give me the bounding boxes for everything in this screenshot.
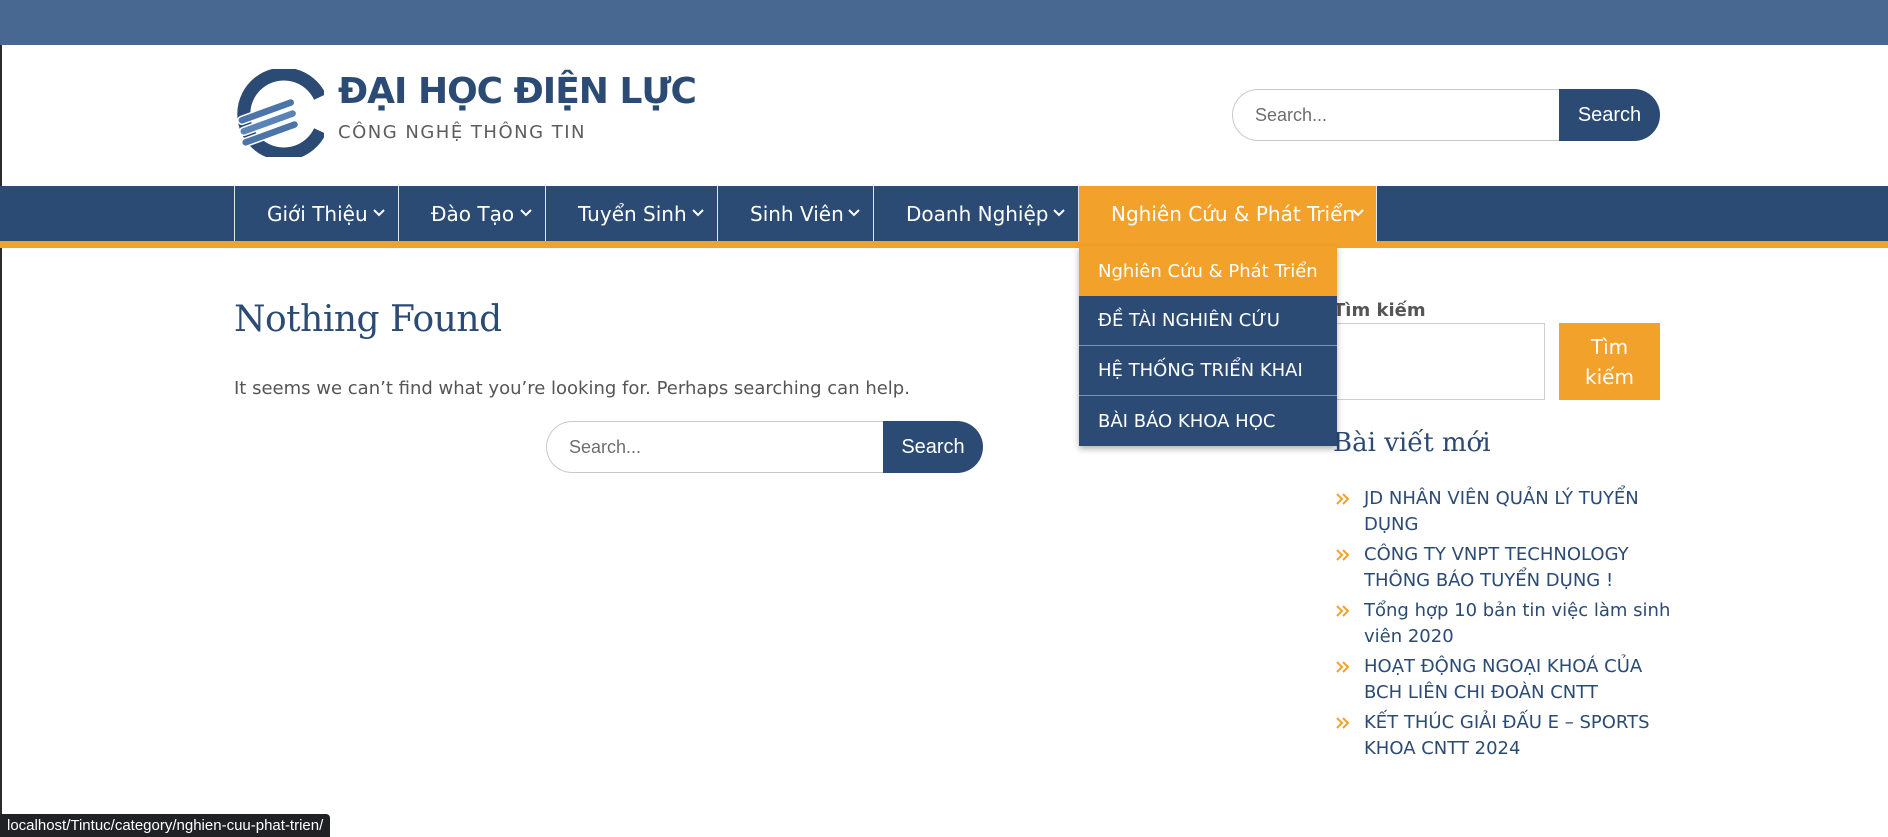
site-tagline: CÔNG NGHỆ THÔNG TIN — [338, 122, 587, 143]
recent-post-link[interactable]: KẾT THÚC GIẢI ĐẤU E – SPORTS KHOA CNTT 2… — [1364, 710, 1673, 762]
nav-item-label: Sinh Viên — [750, 201, 844, 226]
top-bar — [0, 0, 1888, 45]
nav-accent-stripe — [0, 241, 1888, 248]
content-search-form: Search — [546, 421, 983, 473]
recent-post-link[interactable]: Tổng hợp 10 bản tin việc làm sinh viên 2… — [1364, 598, 1673, 650]
chevron-down-icon — [1053, 209, 1065, 217]
window-edge — [0, 45, 2, 837]
double-chevron-right-icon — [1336, 717, 1350, 729]
list-item: JD NHÂN VIÊN QUẢN LÝ TUYỂN DỤNG — [1333, 486, 1673, 538]
nav-item-gioi-thieu[interactable]: Giới Thiệu — [234, 186, 398, 241]
list-item: CÔNG TY VNPT TECHNOLOGY THÔNG BÁO TUYỂN … — [1333, 542, 1673, 594]
nav-item-doanh-nghiep[interactable]: Doanh Nghiệp — [873, 186, 1078, 241]
chevron-down-icon — [520, 209, 532, 217]
dropdown-item-bai-bao-khoa-hoc[interactable]: BÀI BÁO KHOA HỌC — [1079, 396, 1337, 446]
header-search-form: Search — [1232, 89, 1660, 141]
nav-item-label: Đào Tạo — [431, 201, 515, 226]
nav-item-nghien-cuu-phat-trien[interactable]: Nghiên Cứu & Phát Triển — [1078, 186, 1377, 242]
recent-posts-list: JD NHÂN VIÊN QUẢN LÝ TUYỂN DỤNG CÔNG TY … — [1333, 486, 1673, 766]
list-item: Tổng hợp 10 bản tin việc làm sinh viên 2… — [1333, 598, 1673, 650]
dropdown-item-he-thong-trien-khai[interactable]: HỆ THỐNG TRIỂN KHAI — [1079, 346, 1337, 396]
nav-item-label: Giới Thiệu — [267, 201, 368, 226]
logo-icon — [237, 69, 324, 157]
content-search-button[interactable]: Search — [883, 421, 983, 473]
nav-item-label: Tuyển Sinh — [578, 201, 687, 226]
nav-item-sinh-vien[interactable]: Sinh Viên — [717, 186, 873, 241]
nav-item-label: Nghiên Cứu & Phát Triển — [1111, 202, 1356, 226]
dropdown-item-nghien-cuu-phat-trien[interactable]: Nghiên Cứu & Phát Triển — [1079, 246, 1337, 296]
site-title[interactable]: ĐẠI HỌC ĐIỆN LỰC — [338, 71, 697, 112]
header-search-button[interactable]: Search — [1559, 89, 1660, 141]
chevron-down-icon — [848, 209, 860, 217]
recent-posts-heading: Bài viết mới — [1333, 428, 1491, 458]
nav-dropdown-menu: Nghiên Cứu & Phát Triển ĐỀ TÀI NGHIÊN CỨ… — [1079, 246, 1337, 446]
chevron-down-icon — [1352, 209, 1364, 217]
sidebar-search-button[interactable]: Tìm kiếm — [1559, 323, 1660, 400]
dropdown-item-de-tai-nghien-cuu[interactable]: ĐỀ TÀI NGHIÊN CỨU — [1079, 296, 1337, 346]
chevron-down-icon — [373, 209, 385, 217]
nav-item-label: Doanh Nghiệp — [906, 201, 1049, 226]
double-chevron-right-icon — [1336, 493, 1350, 505]
header-search-input[interactable] — [1232, 89, 1564, 141]
sidebar-search-label: Tìm kiếm — [1333, 300, 1426, 321]
sidebar-search-input[interactable] — [1333, 323, 1545, 400]
browser-status-url: localhost/Tintuc/category/nghien-cuu-pha… — [0, 814, 331, 837]
page-title: Nothing Found — [234, 299, 502, 340]
recent-post-link[interactable]: HOẠT ĐỘNG NGOẠI KHOÁ CỦA BCH LIÊN CHI ĐO… — [1364, 654, 1673, 706]
list-item: HOẠT ĐỘNG NGOẠI KHOÁ CỦA BCH LIÊN CHI ĐO… — [1333, 654, 1673, 706]
content-search-input[interactable] — [546, 421, 886, 473]
nav-item-tuyen-sinh[interactable]: Tuyển Sinh — [545, 186, 717, 241]
recent-post-link[interactable]: CÔNG TY VNPT TECHNOLOGY THÔNG BÁO TUYỂN … — [1364, 542, 1673, 594]
recent-post-link[interactable]: JD NHÂN VIÊN QUẢN LÝ TUYỂN DỤNG — [1364, 486, 1673, 538]
nav-item-dao-tao[interactable]: Đào Tạo — [398, 186, 545, 241]
double-chevron-right-icon — [1336, 605, 1350, 617]
chevron-down-icon — [692, 209, 704, 217]
not-found-message: It seems we can’t find what you’re looki… — [234, 378, 910, 399]
double-chevron-right-icon — [1336, 549, 1350, 561]
double-chevron-right-icon — [1336, 661, 1350, 673]
main-nav: Giới Thiệu Đào Tạo Tuyển Sinh Sinh Viên … — [234, 186, 1377, 242]
list-item: KẾT THÚC GIẢI ĐẤU E – SPORTS KHOA CNTT 2… — [1333, 710, 1673, 762]
